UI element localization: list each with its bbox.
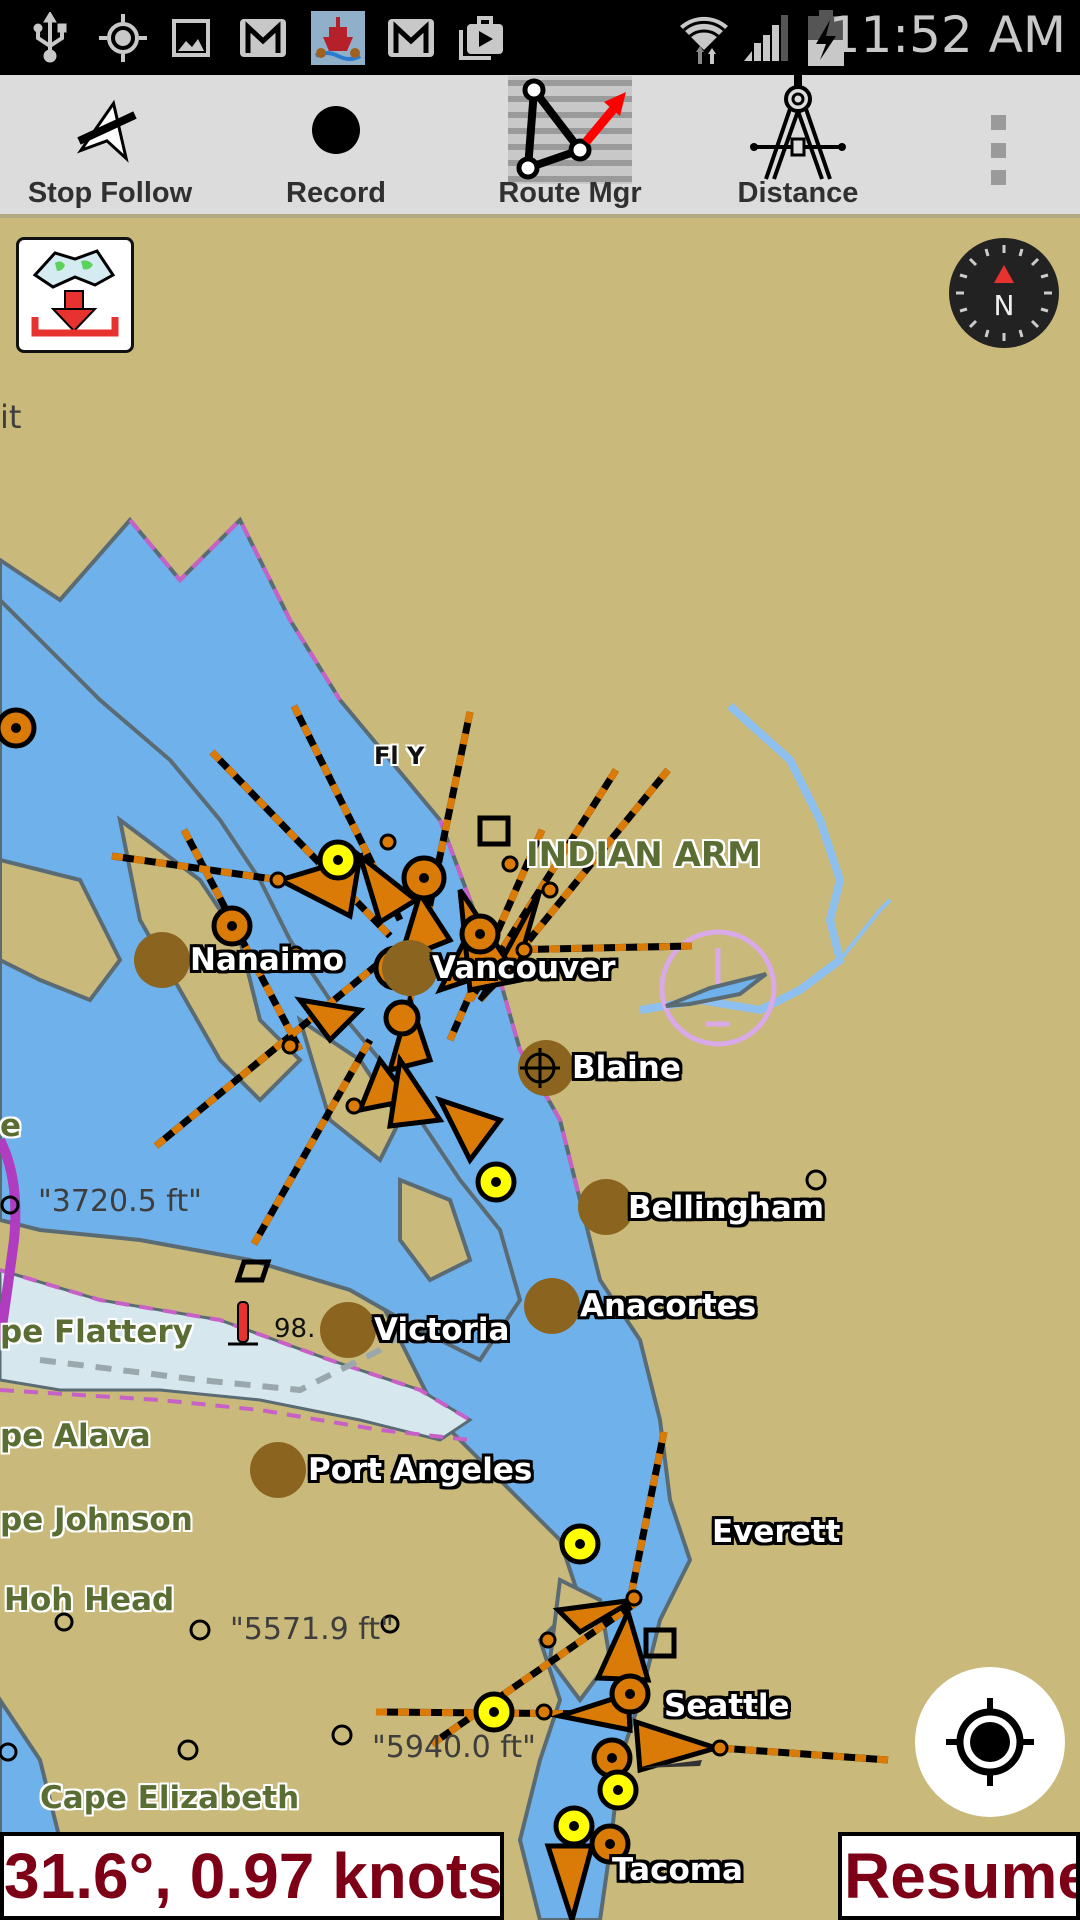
route-mgr-label: Route Mgr: [498, 177, 642, 209]
river: [838, 898, 892, 962]
distance-label: Distance: [737, 177, 859, 209]
nautical-chart-map[interactable]: Fl Y INDIAN ARM it e Nanaimo Vancouver B…: [0, 222, 1080, 1920]
landmark-label: pe Alava: [0, 1418, 151, 1454]
landmark-label: e: [0, 1108, 22, 1144]
record-button[interactable]: Record: [246, 75, 426, 218]
distance-button[interactable]: Distance: [708, 75, 888, 218]
stop-follow-icon: [75, 75, 145, 185]
city-label: Everett: [712, 1514, 841, 1550]
play-store-icon: [456, 10, 506, 66]
landmark-label: INDIAN ARM: [526, 835, 761, 875]
compass-button[interactable]: N: [948, 237, 1060, 349]
clock: 11:52 AM: [828, 6, 1066, 64]
compass-north-label: N: [994, 289, 1015, 322]
city-label: Anacortes: [580, 1288, 757, 1324]
city-label: Blaine: [572, 1050, 681, 1086]
city-label: Seattle: [664, 1688, 790, 1724]
gallery-icon: [170, 10, 212, 66]
usb-icon: [30, 10, 70, 66]
heading-speed-readout: 31.6°, 0.97 knots: [0, 1832, 504, 1920]
record-label: Record: [286, 177, 386, 209]
my-location-button[interactable]: [915, 1667, 1065, 1817]
compass-divider-icon: [748, 75, 848, 185]
stop-follow-button[interactable]: Stop Follow: [20, 75, 200, 218]
download-maps-button[interactable]: [16, 237, 134, 353]
depth-label: "5571.9 ft": [230, 1612, 394, 1647]
signal-icon: [742, 10, 792, 66]
route-manager-icon: [508, 75, 632, 185]
status-bar: 11:52 AM: [0, 0, 1080, 75]
gmail-icon: [238, 10, 288, 66]
city-label: Vancouver: [432, 950, 616, 986]
city-label: Bellingham: [628, 1190, 825, 1226]
chart-canvas: [0, 516, 892, 1920]
landmark-label: Cape Elizabeth: [40, 1780, 300, 1816]
landmark-label: pe Johnson: [0, 1502, 193, 1538]
gps-icon: [98, 10, 148, 66]
gmail-icon-2: [386, 10, 436, 66]
stop-follow-label: Stop Follow: [27, 177, 193, 209]
light-label: Fl Y: [374, 742, 425, 770]
depth-label: "3720.5 ft": [38, 1184, 202, 1219]
city-label: Nanaimo: [190, 942, 345, 978]
app-boat-icon: [310, 10, 366, 66]
landmark-label: it: [0, 398, 22, 436]
depth-label: "5940.0 ft": [372, 1730, 536, 1765]
more-vert-icon[interactable]: [978, 115, 1018, 185]
wifi-icon: [676, 10, 736, 66]
landmark-label: Hoh Head: [4, 1582, 175, 1618]
city-label: Victoria: [374, 1312, 510, 1348]
action-bar: Stop Follow Record Route Mgr Distance: [0, 75, 1080, 218]
route-mgr-button[interactable]: Route Mgr: [480, 75, 660, 218]
resume-button[interactable]: Resume: [838, 1832, 1080, 1920]
download-map-icon: [31, 249, 119, 337]
city-label: Tacoma: [612, 1852, 743, 1888]
city-label: Port Angeles: [308, 1452, 533, 1488]
depth-label: 98.: [274, 1314, 316, 1344]
record-icon: [310, 75, 362, 185]
landmark-label: pe Flattery: [0, 1314, 193, 1350]
my-location-icon: [946, 1698, 1034, 1786]
